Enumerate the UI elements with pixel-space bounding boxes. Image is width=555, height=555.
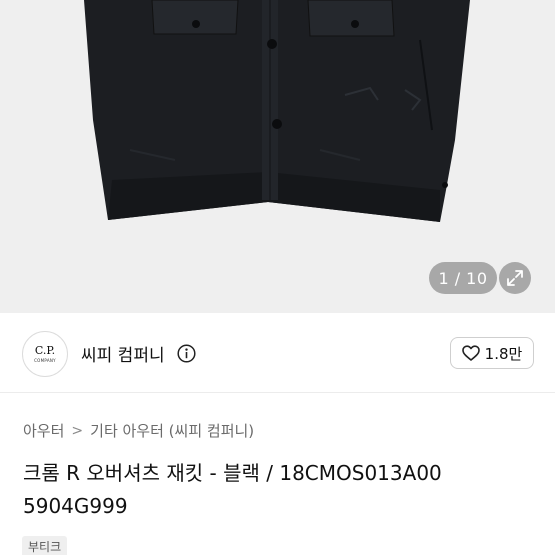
boutique-tag: 부티크 bbox=[22, 536, 68, 555]
seller-name[interactable]: 씨피 컴퍼니 bbox=[81, 341, 165, 366]
breadcrumb-item-outer[interactable]: 아우터 bbox=[23, 420, 64, 441]
seller-logo-subtext: COMPANY bbox=[34, 358, 56, 363]
chevron-right-icon: > bbox=[71, 422, 84, 439]
like-count: 1.8만 bbox=[484, 344, 523, 363]
info-icon[interactable] bbox=[177, 344, 196, 363]
seller-logo[interactable]: C.P. COMPANY bbox=[22, 331, 68, 377]
breadcrumb-item-other-outer[interactable]: 기타 아우터 (씨피 컴퍼니) bbox=[90, 420, 254, 441]
expand-arrows-icon bbox=[507, 270, 523, 286]
breadcrumb: 아우터 > 기타 아우터 (씨피 컴퍼니) bbox=[23, 420, 254, 441]
product-title: 크롬 R 오버셔츠 재킷 - 블랙 / 18CMOS013A00 5904G99… bbox=[23, 461, 442, 518]
product-image-gallery[interactable]: 1 / 10 bbox=[0, 0, 555, 313]
seller-logo-mark: C.P. bbox=[34, 344, 56, 357]
image-counter: 1 / 10 bbox=[429, 262, 497, 294]
heart-outline-icon bbox=[461, 345, 480, 361]
expand-image-button[interactable] bbox=[499, 262, 531, 294]
like-button[interactable]: 1.8만 bbox=[450, 337, 534, 369]
